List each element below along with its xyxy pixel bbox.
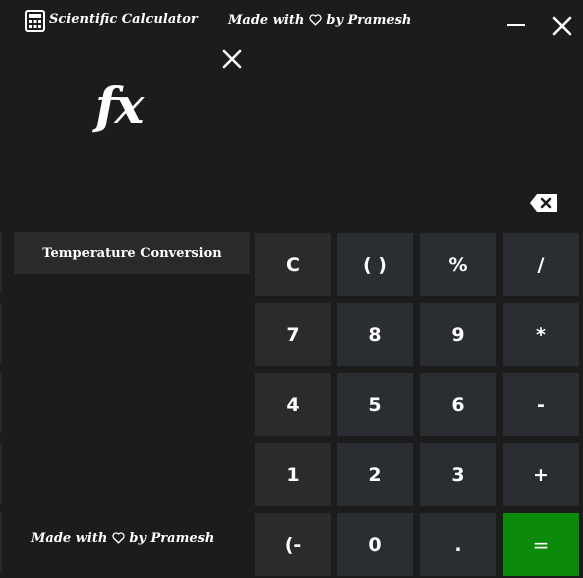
header-credit: Made with by Pramesh — [228, 13, 411, 28]
digit-6-button[interactable]: 6 — [420, 373, 496, 436]
add-button[interactable]: + — [503, 443, 579, 506]
app-title: Scientific Calculator — [49, 12, 198, 27]
digit-4-button[interactable]: 4 — [255, 373, 331, 436]
digit-1-button[interactable]: 1 — [255, 443, 331, 506]
digit-0-button[interactable]: 0 — [337, 513, 413, 576]
title-bar: Scientific Calculator Made with by Prame… — [0, 0, 583, 44]
footer-credit: Made with by Pramesh — [31, 531, 214, 546]
side-divider — [0, 513, 2, 573]
divide-button[interactable]: / — [503, 233, 579, 296]
multiply-button[interactable]: * — [503, 303, 579, 366]
parentheses-button[interactable]: ( ) — [337, 233, 413, 296]
calculator-window: Scientific Calculator Made with by Prame… — [0, 0, 583, 578]
close-panel-icon[interactable] — [222, 49, 242, 69]
negate-button[interactable]: (- — [255, 513, 331, 576]
digit-3-button[interactable]: 3 — [420, 443, 496, 506]
fx-function-button[interactable]: fx — [95, 76, 144, 135]
credit-suffix: by Pramesh — [326, 13, 412, 28]
digit-8-button[interactable]: 8 — [337, 303, 413, 366]
subtract-button[interactable]: - — [503, 373, 579, 436]
digit-7-button[interactable]: 7 — [255, 303, 331, 366]
minimize-button[interactable] — [507, 24, 525, 26]
backspace-icon[interactable] — [529, 193, 559, 213]
close-window-icon[interactable] — [552, 16, 572, 36]
digit-2-button[interactable]: 2 — [337, 443, 413, 506]
credit-suffix: by Pramesh — [129, 531, 215, 546]
side-divider — [0, 233, 2, 293]
digit-9-button[interactable]: 9 — [420, 303, 496, 366]
heart-icon — [112, 532, 125, 544]
side-divider — [0, 443, 2, 503]
temperature-conversion-button[interactable]: Temperature Conversion — [14, 232, 250, 274]
clear-button[interactable]: C — [255, 233, 331, 296]
equals-button[interactable]: = — [503, 513, 579, 576]
side-divider — [0, 303, 2, 363]
digit-5-button[interactable]: 5 — [337, 373, 413, 436]
credit-prefix: Made with — [228, 13, 305, 28]
credit-prefix: Made with — [31, 531, 108, 546]
decimal-button[interactable]: . — [420, 513, 496, 576]
side-divider — [0, 373, 2, 433]
percent-button[interactable]: % — [420, 233, 496, 296]
heart-icon — [309, 14, 322, 26]
calculator-icon — [25, 10, 45, 32]
